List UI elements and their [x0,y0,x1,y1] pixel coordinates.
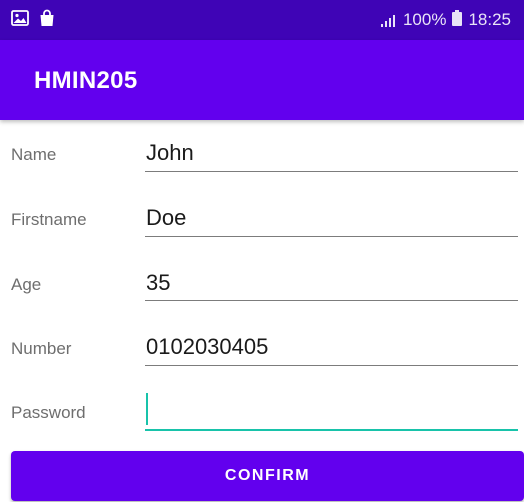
image-icon [11,9,29,31]
age-label: Age [11,275,42,294]
name-underline [145,171,518,172]
password-label: Password [11,403,86,422]
firstname-input[interactable]: Doe [146,205,186,231]
status-time: 18:25 [468,10,511,29]
password-underline [145,429,518,431]
number-row: Number 0102030405 [0,322,524,386]
status-notification-icons [11,9,55,31]
firstname-underline [145,236,518,237]
firstname-label: Firstname [11,210,87,229]
app-bar: HMIN205 [0,40,524,120]
status-bar: 100% 18:25 [0,0,524,40]
name-input[interactable]: John [146,140,194,166]
battery-icon [452,9,463,31]
confirm-button[interactable]: CONFIRM [11,451,524,501]
age-row: Age 35 [0,258,524,322]
signal-icon [380,13,395,27]
battery-percent: 100% [402,10,447,29]
status-system-info: 100% 18:25 [380,9,511,31]
app-title: HMIN205 [34,67,138,94]
number-underline [145,365,518,366]
shopping-bag-icon [39,9,55,32]
firstname-row: Firstname Doe [0,193,524,257]
name-label: Name [11,145,57,164]
text-cursor [146,393,148,425]
number-label: Number [11,339,72,358]
name-row: Name John [0,128,524,192]
number-input[interactable]: 0102030405 [146,334,268,360]
age-input[interactable]: 35 [146,270,170,296]
age-underline [145,300,518,301]
password-row: Password [0,387,524,451]
